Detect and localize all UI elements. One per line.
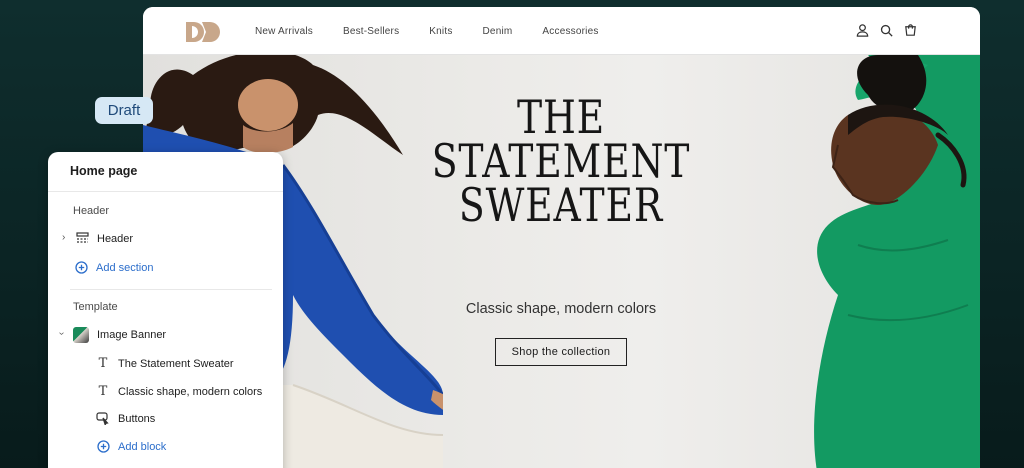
hero-title-line-3: SWEATER [458, 178, 664, 232]
store-header: New Arrivals Best-Sellers Knits Denim Ac… [143, 7, 980, 55]
brand-logo[interactable] [186, 22, 222, 42]
cart-icon[interactable] [903, 23, 918, 38]
nav-denim[interactable]: Denim [483, 26, 513, 37]
hero-subtitle: Classic shape, modern colors [465, 301, 657, 317]
plus-circle-icon [75, 261, 88, 274]
nav-best-sellers[interactable]: Best-Sellers [343, 26, 399, 37]
nav-new-arrivals[interactable]: New Arrivals [255, 26, 313, 37]
block-item[interactable]: T The Statement Sweater [96, 356, 234, 371]
add-section-button[interactable]: Add section [75, 261, 153, 274]
template-group-label: Template [73, 301, 118, 313]
shop-collection-button[interactable]: Shop the collection [495, 338, 627, 366]
block-label: The Statement Sweater [118, 357, 234, 370]
group-divider [70, 289, 272, 290]
model-right-image [814, 55, 980, 468]
text-icon: T [98, 384, 108, 399]
add-block-label: Add block [118, 440, 167, 453]
add-block-button[interactable]: Add block [97, 440, 166, 453]
image-banner-label: Image Banner [97, 329, 167, 341]
sections-panel: Home page Header › Header Add section Te… [48, 152, 283, 468]
chevron-down-icon[interactable]: › [56, 332, 67, 335]
image-banner-item[interactable]: Image Banner [73, 327, 166, 343]
plus-circle-icon [97, 440, 110, 453]
main-nav: New Arrivals Best-Sellers Knits Denim Ac… [255, 7, 599, 55]
panel-title: Home page [70, 164, 138, 178]
nav-accessories[interactable]: Accessories [542, 26, 598, 37]
add-section-label: Add section [96, 261, 154, 274]
header-icons [855, 23, 918, 38]
chevron-right-icon[interactable]: › [62, 232, 65, 243]
user-icon[interactable] [855, 23, 870, 38]
hero-title: THE STATEMENT SWEATER [430, 90, 692, 232]
header-section-item[interactable]: Header [76, 232, 133, 245]
hero-title-line-2: STATEMENT [431, 134, 691, 188]
block-label: Buttons [118, 412, 156, 425]
header-layout-icon [76, 232, 89, 243]
draft-badge: Draft [95, 97, 153, 124]
block-item[interactable]: Buttons [96, 412, 155, 425]
search-icon[interactable] [879, 23, 894, 38]
panel-divider [48, 191, 283, 192]
header-section-label: Header [97, 232, 134, 245]
text-icon: T [98, 356, 108, 371]
header-group-label: Header [73, 205, 110, 217]
hero-title-line-1: THE [516, 90, 606, 144]
block-label: Classic shape, modern colors [118, 385, 263, 398]
button-cursor-icon [96, 412, 109, 425]
block-item[interactable]: T Classic shape, modern colors [96, 384, 263, 399]
nav-knits[interactable]: Knits [429, 26, 452, 37]
image-banner-thumbnail [73, 327, 89, 343]
